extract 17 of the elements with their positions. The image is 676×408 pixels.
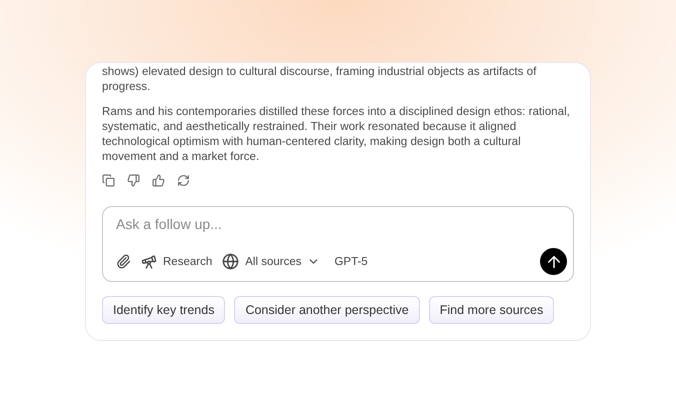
refresh-icon[interactable] bbox=[177, 174, 190, 187]
copy-icon[interactable] bbox=[102, 174, 115, 187]
follow-up-field[interactable]: Ask a follow up... Research All sources GPT-5 bbox=[102, 206, 574, 282]
suggestion-chip[interactable]: Consider another perspective bbox=[234, 296, 420, 324]
globe-icon bbox=[222, 253, 240, 270]
answer-paragraph: Rams and his contemporaries distilled these forces into a disciplined design ethos: rational, systematic, and aesthetically restrained. Their work resonated because it aligned technological optimism with human-centered clarity, making design both a cultural movement and a market force. bbox=[102, 104, 571, 164]
suggestion-chip[interactable]: Identify key trends bbox=[102, 296, 226, 324]
thumbs-down-icon[interactable] bbox=[127, 174, 140, 187]
answer-paragraph: shows) elevated design to cultural discourse, framing industrial objects as artifacts of progress. bbox=[102, 64, 538, 94]
sources-dropdown[interactable]: All sources bbox=[222, 253, 320, 270]
paperclip-icon[interactable] bbox=[116, 254, 131, 269]
model-button[interactable]: GPT-5 bbox=[334, 256, 368, 268]
research-button[interactable]: Research bbox=[141, 254, 212, 270]
telescope-icon bbox=[141, 254, 157, 270]
send-button[interactable] bbox=[540, 248, 567, 275]
thumbs-up-icon[interactable] bbox=[152, 174, 165, 187]
suggestion-chip[interactable]: Find more sources bbox=[428, 296, 554, 324]
